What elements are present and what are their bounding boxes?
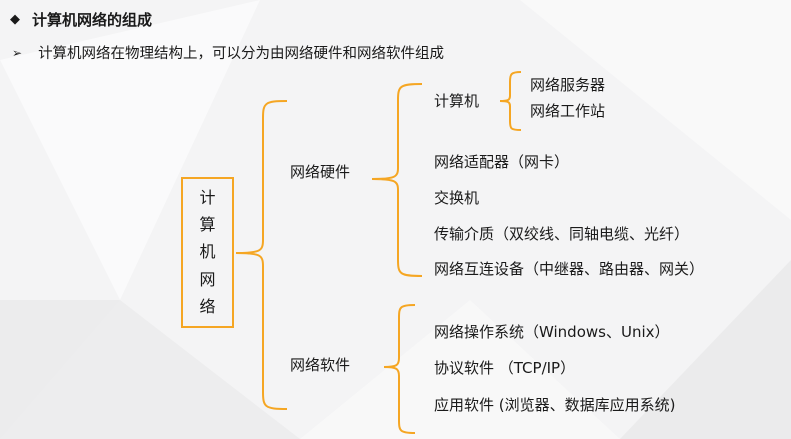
section-heading: ◆ 计算机网络的组成 [10, 9, 152, 30]
root-char: 络 [199, 296, 216, 316]
root-node-computer-network: 计 算 机 网 络 [181, 177, 234, 328]
section-subheading: ➢ 计算机网络在物理结构上，可以分为由网络硬件和网络软件组成 [12, 42, 444, 63]
node-transmission-media: 传输介质（双绞线、同轴电缆、光纤） [434, 225, 690, 243]
node-switch: 交换机 [434, 189, 480, 207]
node-application-software: 应用软件 (浏览器、数据库应用系统) [434, 396, 676, 414]
node-network-software: 网络软件 [290, 356, 351, 374]
arrow-bullet-icon: ➢ [12, 45, 23, 60]
node-network-server: 网络服务器 [530, 76, 606, 94]
background-pattern [0, 0, 791, 439]
section-subtitle: 计算机网络在物理结构上，可以分为由网络硬件和网络软件组成 [38, 46, 445, 62]
node-network-adapter: 网络适配器（网卡） [434, 153, 570, 171]
root-char: 网 [199, 269, 216, 289]
root-char: 算 [199, 215, 216, 235]
root-char: 机 [199, 242, 216, 262]
node-protocol-software: 协议软件 （TCP/IP） [434, 359, 576, 377]
node-computer: 计算机 [434, 92, 480, 110]
node-network-os: 网络操作系统（Windows、Unix） [434, 323, 670, 341]
node-interconnect-devices: 网络互连设备（中继器、路由器、网关） [434, 260, 705, 278]
diamond-bullet-icon: ◆ [10, 12, 20, 27]
node-network-workstation: 网络工作站 [530, 102, 606, 120]
section-title: 计算机网络的组成 [32, 11, 153, 29]
node-network-hardware: 网络硬件 [290, 163, 351, 181]
root-char: 计 [199, 188, 216, 208]
